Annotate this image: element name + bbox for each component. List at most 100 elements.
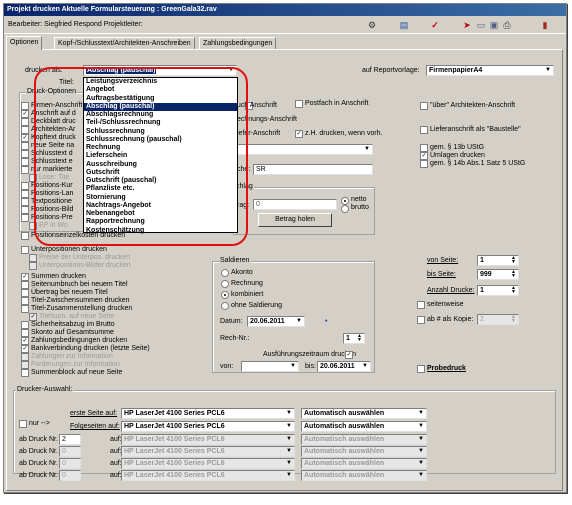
druck-option-checkbox[interactable]	[21, 158, 29, 166]
dropdown-option[interactable]: Rapportrechnung	[84, 218, 237, 226]
druck-option-checkbox[interactable]	[21, 118, 29, 126]
summen-option-checkbox[interactable]	[21, 281, 29, 289]
zh-checkbox[interactable]: ✓	[295, 130, 303, 138]
preview-icon[interactable]: ▣	[488, 19, 500, 31]
dropdown-option[interactable]: Nebenangebot	[84, 210, 237, 218]
ausfuehrung-checkbox[interactable]: ✓	[345, 351, 353, 359]
paper-tray-select[interactable]: Automatisch auswählen ▼	[301, 408, 427, 419]
printer-select[interactable]: HP LaserJet 4100 Series PCL6 ▼	[121, 434, 295, 445]
bis-seite-input[interactable]: 999 ▲ ▼	[477, 269, 519, 280]
druck-option-checkbox[interactable]: ✓	[21, 134, 29, 142]
dropdown-option[interactable]: Lieferschein	[84, 152, 237, 160]
dropdown-option[interactable]: Teil-/Schlussrechnung	[84, 119, 237, 127]
von-date-input[interactable]: ▼	[241, 361, 299, 372]
printer-select[interactable]: HP LaserJet 4100 Series PCL6 ▼	[121, 446, 295, 457]
saldieren-radio[interactable]	[221, 269, 229, 277]
dropdown-option[interactable]: Nachtrags-Angebot	[84, 202, 237, 210]
druck-option-checkbox[interactable]	[29, 174, 37, 182]
summen-option-checkbox[interactable]	[21, 369, 29, 377]
reportvorlage-select[interactable]: FirmenpapierA4 ▼	[426, 65, 554, 76]
summen-option-checkbox[interactable]: ✓	[21, 337, 29, 345]
ab-kopie-checkbox[interactable]	[417, 316, 425, 324]
network-icon[interactable]: ⚙	[366, 19, 378, 31]
druck-option-checkbox[interactable]	[21, 214, 29, 222]
seitenweise-checkbox[interactable]	[417, 301, 425, 309]
unterpositionen-checkbox[interactable]	[21, 246, 29, 254]
summen-option-checkbox[interactable]	[21, 353, 29, 361]
paper-tray-select[interactable]: Automatisch auswählen ▼	[301, 434, 427, 445]
summen-option-checkbox[interactable]: ✓	[29, 313, 37, 321]
saldieren-radio[interactable]	[221, 291, 229, 299]
spinner-icon[interactable]: ▲ ▼	[511, 315, 517, 324]
preise-unterpos-checkbox[interactable]	[29, 254, 37, 262]
paper-tray-select[interactable]: Automatisch auswählen ▼	[301, 446, 427, 457]
rechnr-input[interactable]: 1 ▲ ▼	[343, 333, 365, 344]
summen-option-checkbox[interactable]	[21, 361, 29, 369]
druck-option-checkbox[interactable]	[21, 126, 29, 134]
druck-option-checkbox[interactable]	[21, 206, 29, 214]
dropdown-option[interactable]: Stornierung	[84, 194, 237, 202]
von-seite-input[interactable]: 1 ▲ ▼	[477, 255, 519, 266]
dropdown-option[interactable]: Schlussrechnung (pauschal)	[84, 136, 237, 144]
netto-radio[interactable]	[341, 197, 349, 205]
dropdown-option[interactable]: Abschlagsrechnung	[84, 111, 237, 119]
datum-input[interactable]: 20.06.2011 ▼	[247, 316, 305, 327]
summen-option-checkbox[interactable]: ✓	[21, 345, 29, 353]
spinner-icon[interactable]: ▲ ▼	[357, 334, 363, 343]
checkmark-icon[interactable]: ✓	[429, 19, 441, 31]
saldieren-radio[interactable]	[221, 280, 229, 288]
dropdown-option[interactable]: Abschlag (pauschal)	[84, 102, 237, 111]
druck-option-checkbox[interactable]	[21, 166, 29, 174]
drucken-als-dropdown-list[interactable]: Leistungsverzeichnis Angebot Auftragsbestä…	[83, 77, 238, 234]
dropdown-option[interactable]: Gutschrift	[84, 169, 237, 177]
ust-14b-checkbox[interactable]	[420, 160, 428, 168]
paper-tray-select[interactable]: Automatisch auswählen ▼	[301, 470, 427, 481]
ab-kopie-input[interactable]: 2 ▲ ▼	[477, 314, 519, 325]
ab-druck-input[interactable]: 0	[59, 458, 81, 469]
ab-druck-input[interactable]: 0	[59, 470, 81, 481]
ab-druck-input[interactable]: 0	[59, 446, 81, 457]
spinner-icon[interactable]: ▲ ▼	[511, 286, 517, 295]
dropdown-option[interactable]: Auftragsbestätigung	[84, 95, 237, 103]
print-arrow-icon[interactable]: ➤	[461, 19, 473, 31]
ueber-architekten-checkbox[interactable]	[420, 102, 428, 110]
probedruck-checkbox[interactable]	[417, 365, 425, 373]
summen-option-checkbox[interactable]	[21, 321, 29, 329]
druck-option-checkbox[interactable]	[21, 232, 29, 240]
lieferanschrift-baustelle-checkbox[interactable]	[420, 126, 428, 134]
tab-zahlungsbedingungen[interactable]: Zahlungsbedingungen	[199, 37, 277, 49]
nur-checkbox[interactable]	[19, 420, 27, 428]
printer-select[interactable]: HP LaserJet 4100 Series PCL6 ▼	[121, 408, 295, 419]
exit-door-icon[interactable]: ▮	[539, 19, 551, 31]
ust-13b-checkbox[interactable]	[420, 144, 428, 152]
dropdown-option[interactable]: Ausschreibung	[84, 161, 237, 169]
brutto-radio[interactable]	[341, 205, 349, 213]
dropdown-option[interactable]: Pflanzliste etc.	[84, 185, 237, 193]
dropdown-option[interactable]: Gutschrift (pauschal)	[84, 177, 237, 185]
unterpos-bilder-checkbox[interactable]	[29, 262, 37, 270]
spinner-icon[interactable]: ▲ ▼	[511, 270, 517, 279]
druck-option-checkbox[interactable]	[21, 190, 29, 198]
printer-select[interactable]: HP LaserJet 4100 Series PCL6 ▼	[121, 470, 295, 481]
spinner-icon[interactable]: ▲ ▼	[511, 256, 517, 265]
umlagen-checkbox[interactable]: ✓	[420, 152, 428, 160]
bis-date-input[interactable]: 20.06.2011 ▼	[317, 361, 371, 372]
summen-option-checkbox[interactable]	[21, 297, 29, 305]
books-icon[interactable]: ▤	[398, 19, 410, 31]
summen-option-checkbox[interactable]	[21, 329, 29, 337]
summen-option-checkbox[interactable]: ✓	[21, 273, 29, 281]
druck-option-checkbox[interactable]	[21, 142, 29, 150]
druck-option-checkbox[interactable]	[21, 102, 29, 110]
drucken-als-select[interactable]: Abschlag (pauschal) ▼	[83, 65, 237, 76]
saldieren-radio[interactable]	[221, 302, 229, 310]
anzahl-drucke-input[interactable]: 1 ▲ ▼	[477, 285, 519, 296]
tab-kopf-schlusstext[interactable]: Kopf-/Schlusstext/Architekten-Anschreibe…	[54, 37, 195, 49]
paper-tray-select[interactable]: Automatisch auswählen ▼	[301, 458, 427, 469]
paper-tray-select[interactable]: Automatisch auswählen ▼	[301, 421, 427, 432]
printer-icon[interactable]: ⎙	[501, 19, 513, 31]
druck-option-checkbox[interactable]	[21, 150, 29, 158]
ab-druck-input[interactable]: 2	[59, 434, 81, 445]
dropdown-option[interactable]: Angebot	[84, 86, 237, 94]
page-icon[interactable]: ▭	[475, 19, 487, 31]
anschrift-select[interactable]: ▼	[237, 144, 373, 155]
